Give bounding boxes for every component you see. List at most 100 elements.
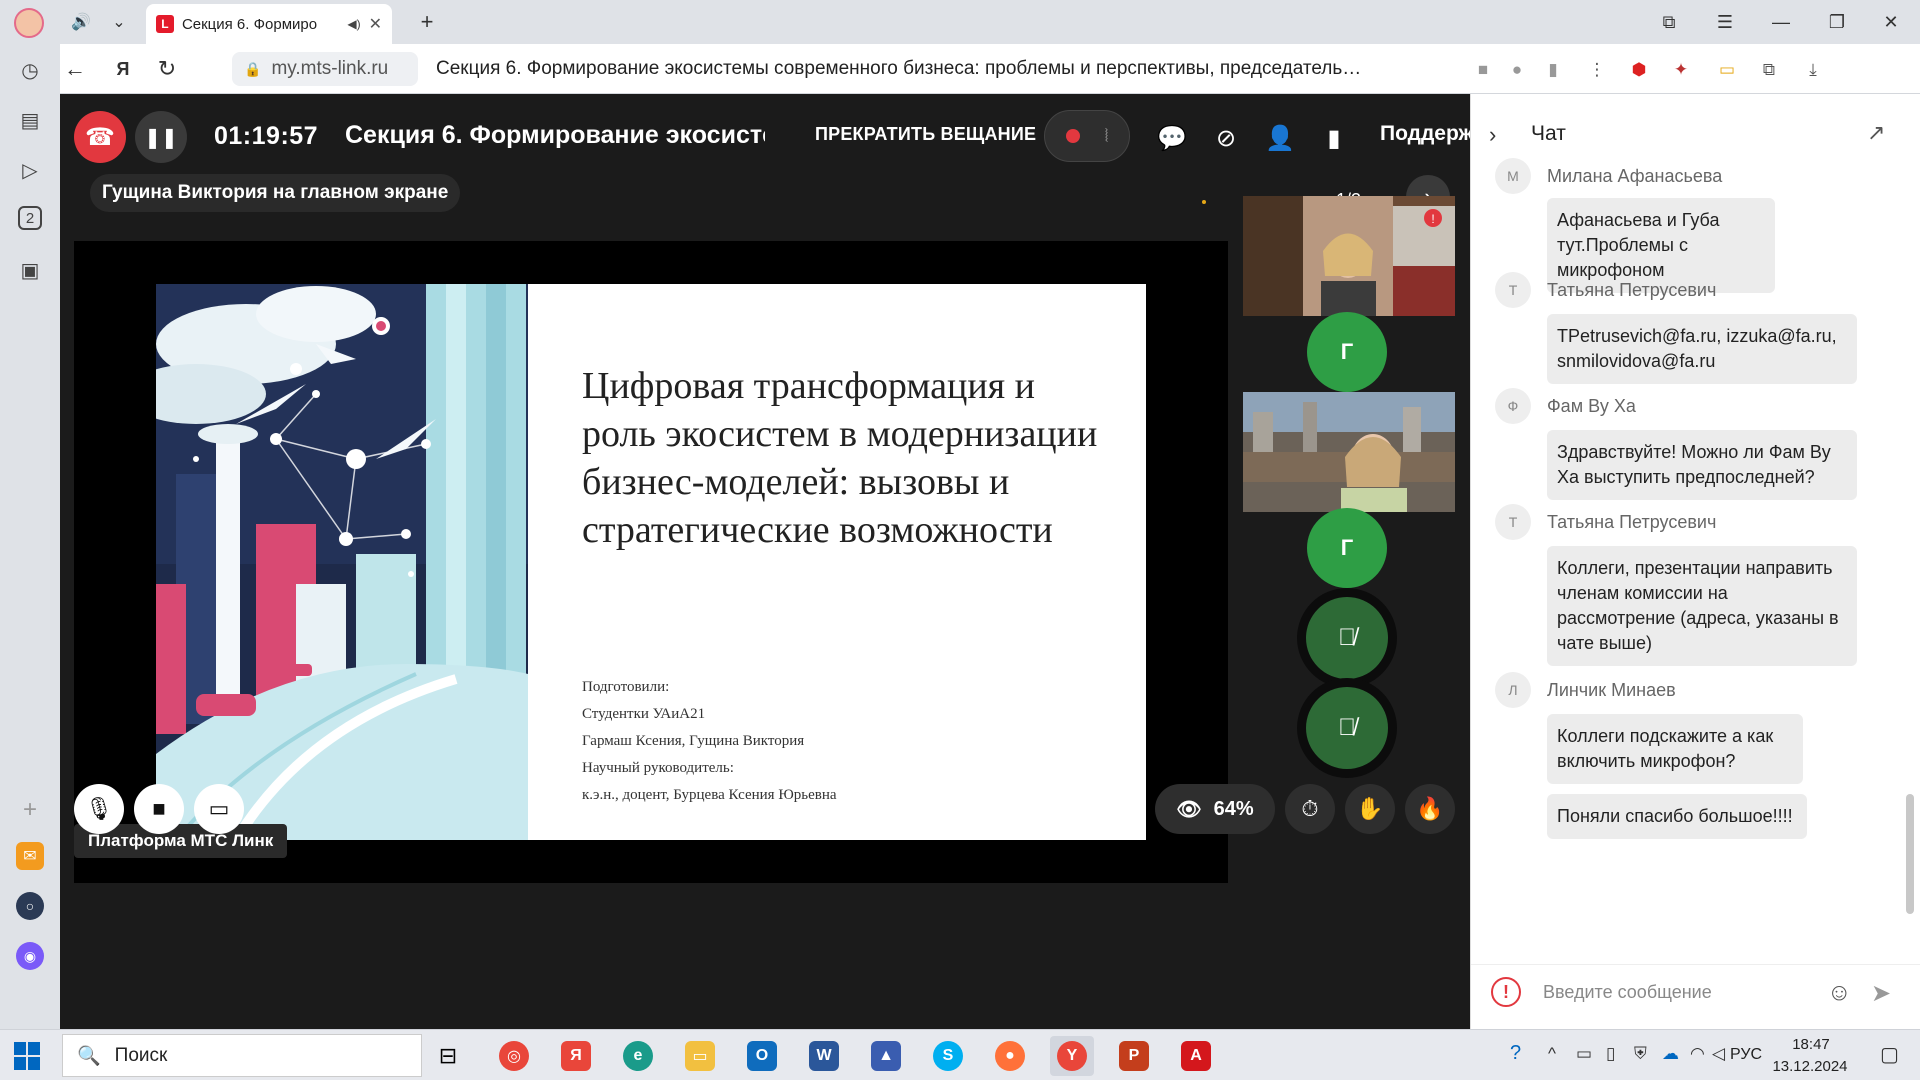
screenshot-icon[interactable]: ▣ (16, 256, 44, 284)
message-bubble: Поняли спасибо большое!!!! (1547, 794, 1807, 839)
chat-scrollbar[interactable] (1903, 174, 1917, 954)
microphone-button[interactable]: 🎙 (74, 784, 124, 834)
wifi-icon[interactable]: ◠ (1690, 1044, 1705, 1064)
extension-shield-icon[interactable]: ⬢ (1626, 58, 1652, 82)
windows-start-icon[interactable] (14, 1042, 42, 1070)
tab-active[interactable]: L Секция 6. Формиро ◀) ✕ (146, 4, 392, 44)
tab-count-icon[interactable]: 2 (18, 206, 42, 230)
chevron-right-icon[interactable]: › (1489, 122, 1496, 148)
security-icon[interactable]: ⛨ (1634, 1044, 1647, 1064)
participant-video-tile[interactable] (1243, 392, 1455, 512)
slide-credit-line: Научный руководитель: (582, 760, 734, 776)
url-field[interactable]: 🔒 my.mts-link.ru (232, 52, 418, 86)
raise-hand-button[interactable]: ✋ (1345, 784, 1395, 834)
add-panel-icon[interactable]: + (16, 796, 44, 824)
device-icon[interactable]: ▯ (1606, 1044, 1615, 1064)
mail-app-icon[interactable]: ✉ (16, 842, 44, 870)
extension-figure-icon[interactable]: ✦ (1668, 58, 1694, 82)
alice-app-icon[interactable]: ◉ (16, 942, 44, 970)
participant-avatar[interactable]: Г (1307, 508, 1387, 588)
back-icon[interactable]: ← (60, 54, 90, 84)
clock-date[interactable]: 13.12.2024 (1770, 1058, 1850, 1075)
muted-participant-tile[interactable]: 🎙̸ (1297, 588, 1397, 688)
powerpoint-icon[interactable]: P (1112, 1036, 1156, 1076)
yandex-icon[interactable]: Я (108, 54, 138, 84)
message-author: Фам Ву Ха (1547, 396, 1636, 416)
downloads-icon[interactable]: ⤓ (1800, 58, 1826, 82)
volume-icon[interactable]: ◁ (1712, 1044, 1725, 1064)
stop-broadcast-button[interactable]: ПРЕКРАТИТЬ ВЕЩАНИЕ (815, 124, 1036, 145)
profile-avatar[interactable] (14, 8, 44, 38)
browser-tabstrip: 🔊 ⌄ L Секция 6. Формиро ◀) ✕ + ⧉ ☰ — ❐ ✕ (0, 0, 1920, 44)
store-icon[interactable]: ▲ (864, 1036, 908, 1076)
bookmark-icon[interactable]: ▮ (1540, 58, 1566, 82)
extensions-icon[interactable]: ⧉ (1756, 58, 1782, 82)
tray-chevron-icon[interactable]: ^ (1548, 1044, 1556, 1064)
camera-button[interactable]: ■ (134, 784, 184, 834)
input-language[interactable]: РУС (1730, 1046, 1762, 1064)
stopwatch-icon: ⏱ (1301, 796, 1319, 821)
yandex-browser-icon[interactable]: Я (554, 1036, 598, 1076)
onedrive-icon[interactable]: ☁ (1662, 1044, 1679, 1064)
support-button[interactable]: Поддерж (1380, 122, 1473, 146)
outlook-icon[interactable]: O (740, 1036, 784, 1076)
battery-extension-icon[interactable]: ▭ (1714, 58, 1740, 82)
chrome-icon[interactable]: ◎ (492, 1036, 536, 1076)
task-view-icon[interactable]: ⊟ (426, 1036, 470, 1076)
reactions-button[interactable]: 🔥 (1405, 784, 1455, 834)
muted-participant-tile[interactable]: 🎙̸ (1297, 678, 1397, 778)
restore-icon[interactable]: ❐ (1822, 10, 1852, 34)
author-initial: М (1495, 158, 1531, 194)
tab-close-icon[interactable]: ✕ (369, 14, 382, 34)
play-icon[interactable]: ▷ (16, 156, 44, 184)
menu-icon[interactable]: ☰ (1710, 10, 1740, 34)
participants-icon[interactable]: 👤 (1264, 122, 1296, 154)
assistant-app-icon[interactable]: ○ (16, 892, 44, 920)
alert-icon[interactable]: ! (1491, 977, 1521, 1007)
screen-share-button[interactable]: ▭ (194, 784, 244, 834)
main-screen-label: Гущина Виктория на главном экране (90, 174, 461, 212)
file-explorer-icon[interactable]: ▭ (678, 1036, 722, 1076)
edge-icon[interactable]: e (616, 1036, 660, 1076)
notifications-icon[interactable]: ▢ (1880, 1042, 1899, 1067)
file-icon[interactable]: ▮ (1318, 122, 1350, 154)
participant-video-tile[interactable]: ! (1243, 196, 1455, 316)
window-close-icon[interactable]: ✕ (1876, 10, 1906, 34)
timer-button[interactable]: ⏱ (1285, 784, 1335, 834)
tab-audio-icon[interactable]: 🔊 (66, 8, 96, 36)
recording-toggle[interactable]: ⦚ (1044, 110, 1130, 162)
send-icon[interactable]: ➤ (1871, 979, 1891, 1008)
acrobat-icon[interactable]: A (1174, 1036, 1218, 1076)
chat-message-list[interactable]: М Милана Афанасьева Афанасьева и Губа ту… (1471, 158, 1906, 1024)
camera-permission-icon[interactable]: ■ (1470, 58, 1496, 82)
battery-icon[interactable]: ▭ (1576, 1044, 1592, 1064)
reload-icon[interactable]: ↻ (152, 54, 182, 84)
more-icon[interactable]: ⋮ (1584, 58, 1610, 82)
chat-message-input[interactable] (1543, 975, 1843, 1009)
skype-icon[interactable]: S (926, 1036, 970, 1076)
address-bar: ← Я ↻ 🔒 my.mts-link.ru Секция 6. Формиро… (60, 44, 1920, 94)
emoji-icon[interactable]: ☺ (1827, 979, 1852, 1007)
word-icon[interactable]: W (802, 1036, 846, 1076)
mic-permission-icon[interactable]: ● (1504, 58, 1530, 82)
yandex-app-icon[interactable]: Y (1050, 1036, 1094, 1076)
pause-button[interactable]: ❚❚ (135, 111, 187, 163)
message-bubble: Здравствуйте! Можно ли Фам Ву Ха выступи… (1547, 430, 1857, 500)
participant-avatar[interactable]: Г (1307, 312, 1387, 392)
video-off-icon[interactable]: ⊘ (1210, 122, 1242, 154)
chat-icon[interactable]: 💬 (1156, 122, 1188, 154)
new-tab-icon[interactable]: + (412, 8, 442, 36)
popout-icon[interactable]: ↗ (1867, 120, 1885, 146)
collections-icon[interactable]: ▤ (16, 106, 44, 134)
firefox-icon[interactable]: ● (988, 1036, 1032, 1076)
tab-list-chevron-icon[interactable]: ⌄ (104, 8, 134, 36)
scrollbar-thumb[interactable] (1906, 794, 1914, 914)
taskbar-search[interactable]: 🔍 Поиск (62, 1034, 422, 1077)
tab-manager-icon[interactable]: ⧉ (1654, 10, 1684, 34)
attention-indicator[interactable]: 👁 64% (1155, 784, 1275, 834)
hangup-button[interactable]: ☎ (74, 111, 126, 163)
history-icon[interactable]: ◷ (16, 56, 44, 84)
minimize-icon[interactable]: — (1766, 10, 1796, 34)
help-icon[interactable]: ? (1510, 1042, 1521, 1065)
clock-time[interactable]: 18:47 (1776, 1036, 1846, 1053)
